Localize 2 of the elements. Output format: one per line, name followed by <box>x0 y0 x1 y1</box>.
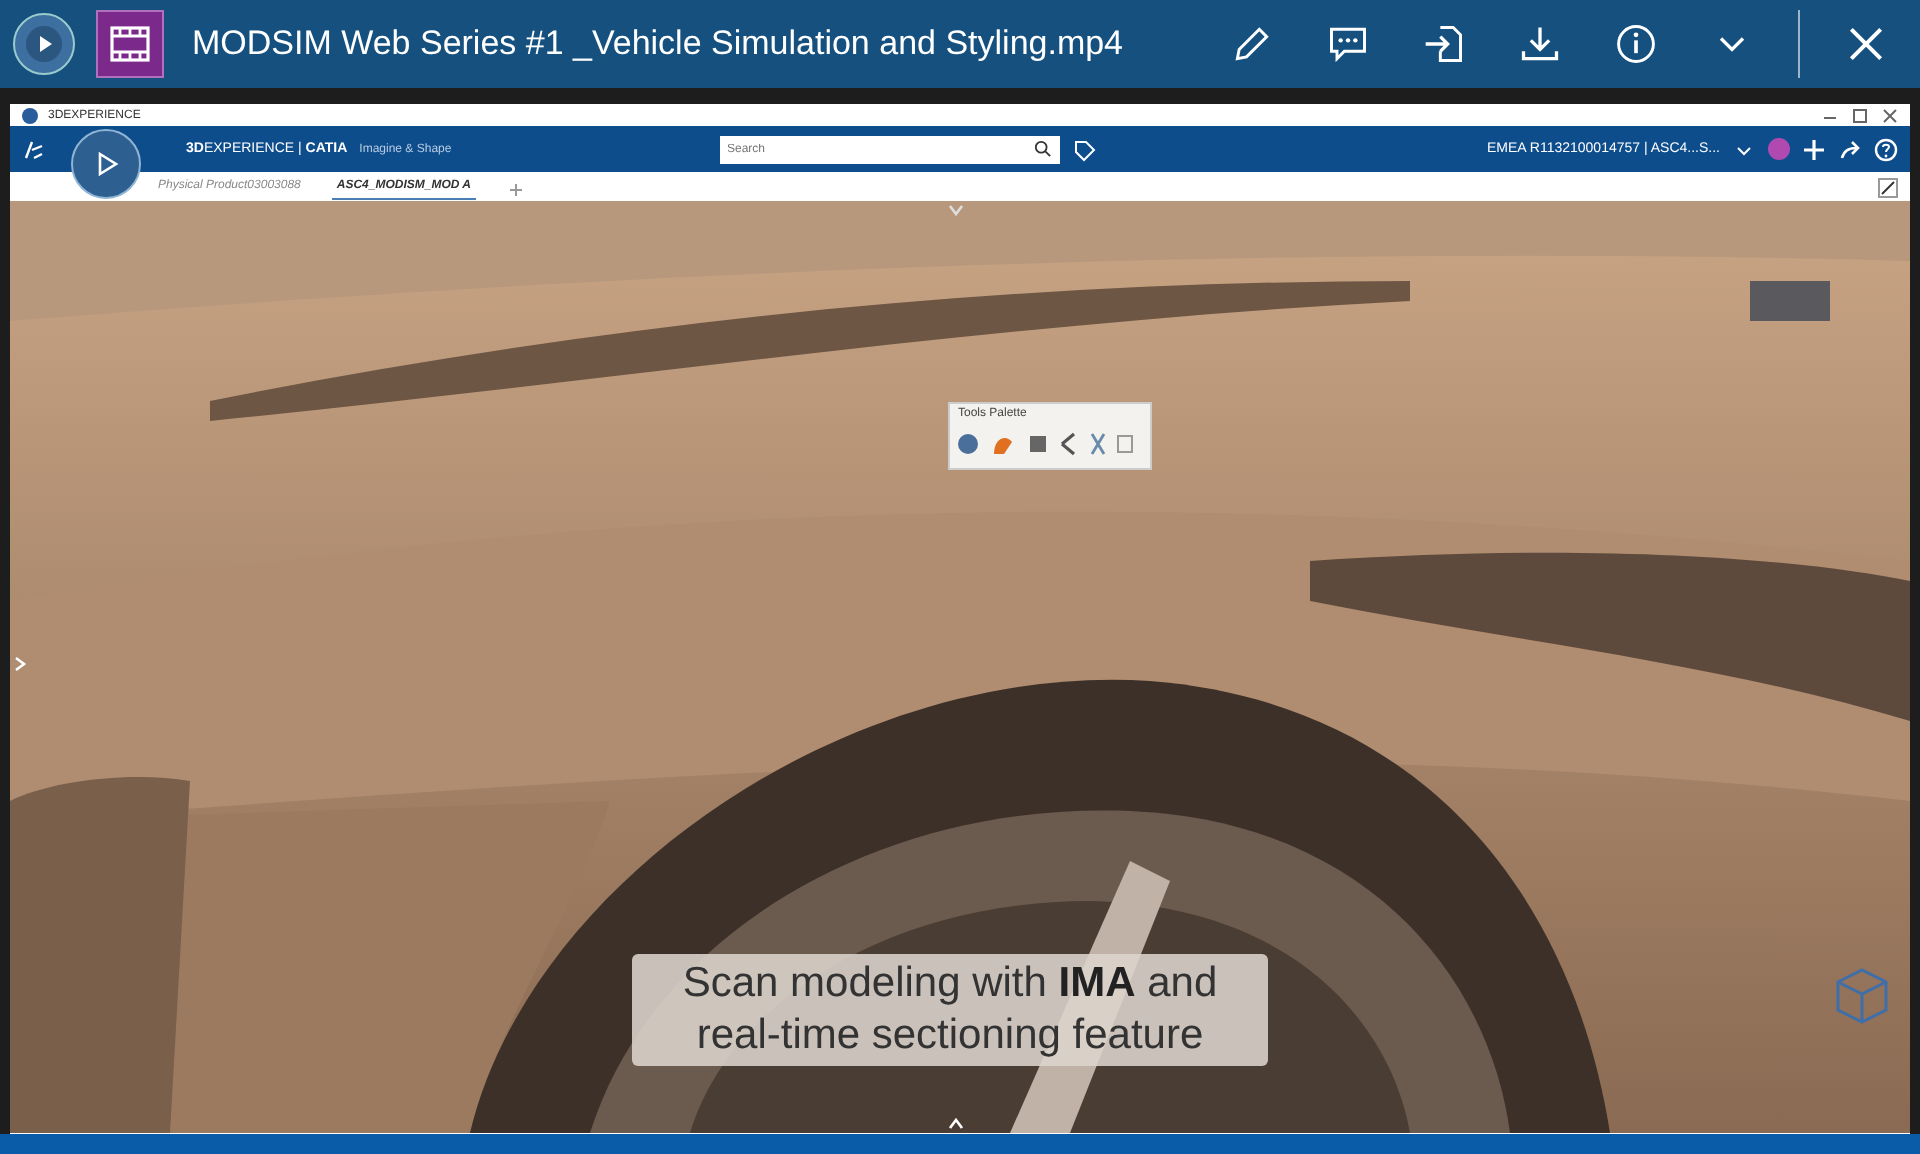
window-title: MODSIM Web Series #1 _Vehicle Simulation and Styling.mp4 <box>192 24 1126 64</box>
video-caption: Scan modeling with IMA and real-time sectioning feature <box>632 954 1268 1066</box>
